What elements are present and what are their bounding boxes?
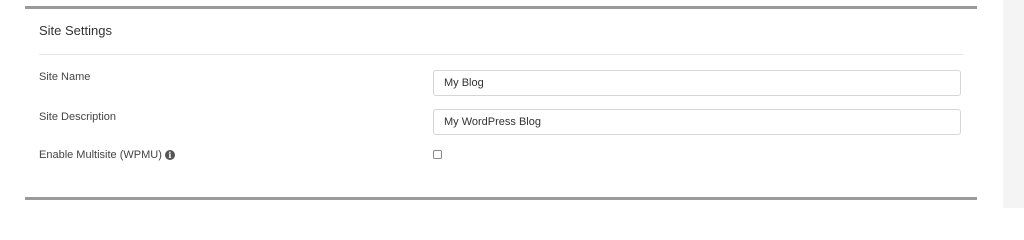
panel-header: Site Settings: [39, 9, 963, 55]
multisite-checkbox[interactable]: [433, 150, 442, 159]
multisite-label: Enable Multisite (WPMU): [39, 149, 162, 161]
site-description-label: Site Description: [39, 111, 117, 123]
info-circle-icon[interactable]: i: [164, 150, 175, 161]
site-name-label: Site Name: [39, 71, 91, 83]
site-settings-panel: Site Settings Site Name Site Description…: [25, 6, 977, 200]
panel-title: Site Settings: [39, 23, 112, 38]
page: Site Settings Site Name Site Description…: [0, 0, 1024, 208]
right-gutter: [1003, 0, 1024, 208]
site-name-input[interactable]: [433, 70, 961, 96]
multisite-label-row: Enable Multisite (WPMU) i: [39, 149, 175, 161]
site-description-input[interactable]: [433, 109, 961, 135]
